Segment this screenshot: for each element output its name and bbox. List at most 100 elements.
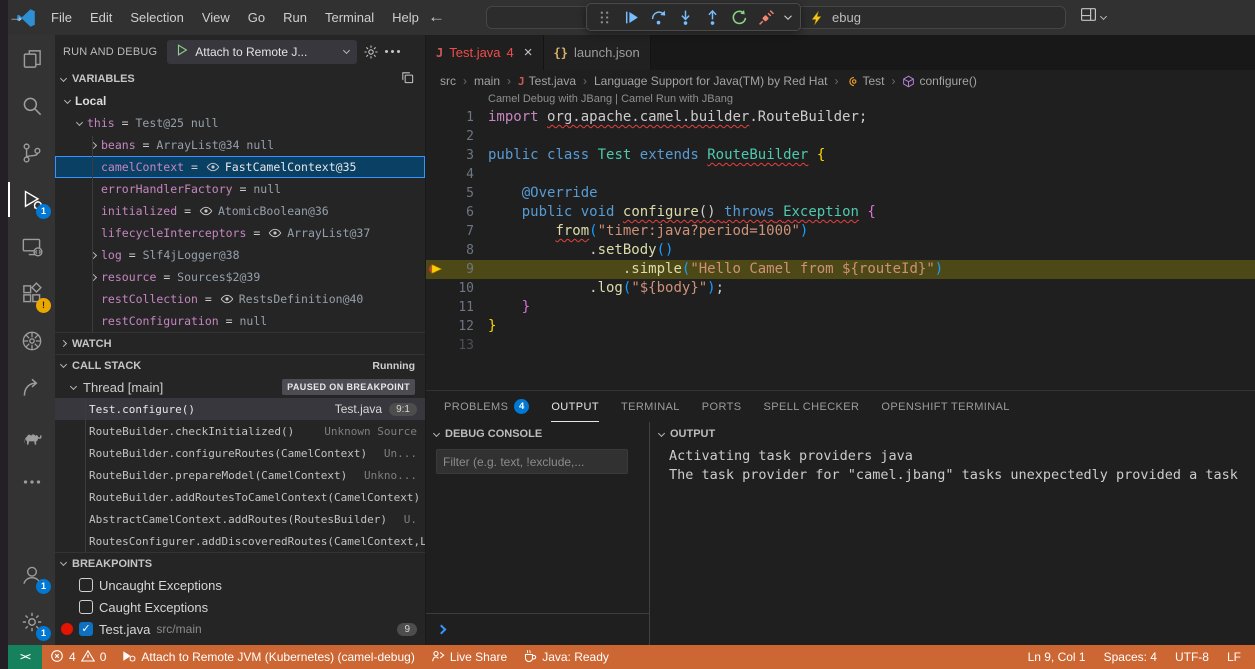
panel-tab-openshift-terminal[interactable]: OPENSHIFT TERMINAL [881, 391, 1009, 422]
problems-status[interactable]: 4 0 [42, 645, 114, 669]
chevron-right-icon[interactable] [86, 143, 101, 148]
activity-extensions[interactable]: ! [8, 270, 55, 317]
variables-section-header[interactable]: VARIABLES [55, 68, 425, 90]
eye-icon[interactable] [206, 160, 220, 174]
variable-row[interactable]: this = Test@25 null [55, 112, 425, 134]
eye-icon[interactable] [220, 292, 234, 306]
variable-row[interactable]: Local [55, 90, 425, 112]
stack-frame[interactable]: Test.configure()Test.java9:1 [55, 398, 425, 420]
panel-tab-problems[interactable]: PROBLEMS4 [444, 391, 529, 422]
code-line[interactable]: 3public class Test extends RouteBuilder … [426, 146, 1255, 165]
variable-row[interactable]: restCollection = RestsDefinition@40 [55, 288, 425, 310]
gear-icon[interactable] [363, 44, 379, 60]
continue-button[interactable] [619, 6, 643, 28]
thread-row[interactable]: Thread [main] PAUSED ON BREAKPOINT [55, 376, 425, 398]
menu-help[interactable]: Help [383, 0, 428, 35]
watch-section-header[interactable]: WATCH [55, 332, 425, 354]
eye-icon[interactable] [199, 204, 213, 218]
panel-tab-ports[interactable]: PORTS [702, 391, 742, 422]
eol-setting[interactable]: LF [1227, 650, 1241, 664]
menu-selection[interactable]: Selection [121, 0, 192, 35]
debug-console-header[interactable]: DEBUG CONSOLE [426, 422, 649, 446]
cursor-position[interactable]: Ln 9, Col 1 [1028, 650, 1086, 664]
menu-terminal[interactable]: Terminal [316, 0, 383, 35]
code-editor[interactable]: 1import org.apache.camel.builder.RouteBu… [426, 108, 1255, 355]
more-actions-icon[interactable] [385, 50, 400, 53]
activity-settings[interactable]: 1 [8, 598, 55, 645]
panel-tab-output[interactable]: OUTPUT [551, 391, 599, 422]
stack-frame[interactable]: RouteBuilder.addRoutesToCamelContext(Cam… [55, 486, 425, 508]
duplicate-icon[interactable] [400, 70, 415, 88]
back-icon[interactable]: ← [428, 0, 445, 33]
breadcrumb-item[interactable]: Language Support for Java(TM) by Red Hat [594, 74, 827, 88]
code-line[interactable]: 7 from("timer:java?period=1000") [426, 222, 1255, 241]
code-line[interactable]: 12} [426, 317, 1255, 336]
activity-search[interactable] [8, 82, 55, 129]
step-into-button[interactable] [673, 6, 697, 28]
activity-share[interactable] [8, 364, 55, 411]
code-line[interactable]: 6 public void configure() throws Excepti… [426, 203, 1255, 222]
variable-row[interactable]: beans = ArrayList@34 null [55, 134, 425, 156]
stack-frame[interactable]: RouteBuilder.checkInitialized()Unknown S… [55, 420, 425, 442]
chevron-down-icon[interactable] [72, 122, 87, 125]
editor-tab-launch.json[interactable]: {}launch.json [544, 35, 651, 70]
menu-view[interactable]: View [193, 0, 239, 35]
code-line[interactable]: 10 .log("${body}"); [426, 279, 1255, 298]
chevron-down-button[interactable] [781, 6, 795, 28]
stack-frame[interactable]: RouteBuilder.prepareModel(CamelContext)U… [55, 464, 425, 486]
activity-more[interactable] [8, 458, 55, 505]
step-over-button[interactable] [646, 6, 670, 28]
panel-tab-terminal[interactable]: TERMINAL [621, 391, 680, 422]
chevron-right-icon[interactable] [86, 275, 101, 280]
disconnect-button[interactable] [754, 6, 778, 28]
code-line[interactable]: 5 @Override [426, 184, 1255, 203]
lightning-icon[interactable] [809, 10, 825, 26]
activity-run-and-debug[interactable]: 1 [8, 176, 55, 223]
activity-source-control[interactable] [8, 129, 55, 176]
stack-frame[interactable]: RoutesConfigurer.addDiscoveredRoutes(Cam… [55, 530, 425, 552]
variable-row[interactable]: restConfiguration = null [55, 310, 425, 332]
menu-file[interactable]: File [42, 0, 81, 35]
menu-edit[interactable]: Edit [81, 0, 121, 35]
stack-frame[interactable]: RouteBuilder.configureRoutes(CamelContex… [55, 442, 425, 464]
breakpoint-row[interactable]: Uncaught Exceptions [55, 574, 425, 596]
breadcrumb-item[interactable]: Test [862, 74, 884, 88]
console-repl-input[interactable] [426, 613, 649, 645]
codelens-actions[interactable]: Camel Debug with JBang | Camel Run with … [426, 92, 1255, 108]
editor-tab-Test.java[interactable]: JTest.java4× [426, 35, 544, 70]
restart-button[interactable] [727, 6, 751, 28]
code-line[interactable]: 13 [426, 336, 1255, 355]
code-line[interactable]: 4 [426, 165, 1255, 184]
code-line[interactable]: 8 .setBody() [426, 241, 1255, 260]
variable-row[interactable]: log = Slf4jLogger@38 [55, 244, 425, 266]
activity-camel[interactable] [8, 411, 55, 458]
step-out-button[interactable] [700, 6, 724, 28]
forward-icon[interactable]: → [8, 0, 25, 33]
menu-run[interactable]: Run [274, 0, 316, 35]
live-share-status[interactable]: Live Share [423, 645, 515, 669]
launch-config-dropdown[interactable]: Attach to Remote J... [167, 40, 357, 64]
breadcrumb-item[interactable]: src [440, 74, 456, 88]
output-log[interactable]: Activating task providers javaThe task p… [651, 446, 1255, 485]
variable-row[interactable]: errorHandlerFactory = null [55, 178, 425, 200]
start-debugging-icon[interactable] [175, 43, 189, 60]
console-filter-input[interactable] [436, 449, 628, 474]
customize-layout-button[interactable] [1080, 6, 1106, 28]
breakpoint-checkbox[interactable] [79, 578, 93, 592]
variable-row[interactable]: lifecycleInterceptors = ArrayList@37 [55, 222, 425, 244]
output-header[interactable]: OUTPUT [651, 422, 1255, 446]
code-line[interactable]: 1import org.apache.camel.builder.RouteBu… [426, 108, 1255, 127]
breadcrumb-item[interactable]: main [474, 74, 500, 88]
close-icon[interactable]: × [524, 44, 533, 61]
stack-frame[interactable]: AbstractCamelContext.addRoutes(RoutesBui… [55, 508, 425, 530]
call-stack-section-header[interactable]: CALL STACK Running [55, 354, 425, 376]
chevron-right-icon[interactable] [86, 253, 101, 258]
breakpoints-section-header[interactable]: BREAKPOINTS [55, 552, 425, 574]
indentation-setting[interactable]: Spaces: 4 [1104, 650, 1157, 664]
chevron-down-icon[interactable] [60, 100, 75, 103]
encoding-setting[interactable]: UTF-8 [1175, 650, 1209, 664]
variable-row[interactable]: camelContext = FastCamelContext@35 [55, 156, 425, 178]
panel-tab-spell-checker[interactable]: SPELL CHECKER [764, 391, 860, 422]
grip-button[interactable] [592, 6, 616, 28]
remote-indicator[interactable]: >< [8, 645, 42, 669]
